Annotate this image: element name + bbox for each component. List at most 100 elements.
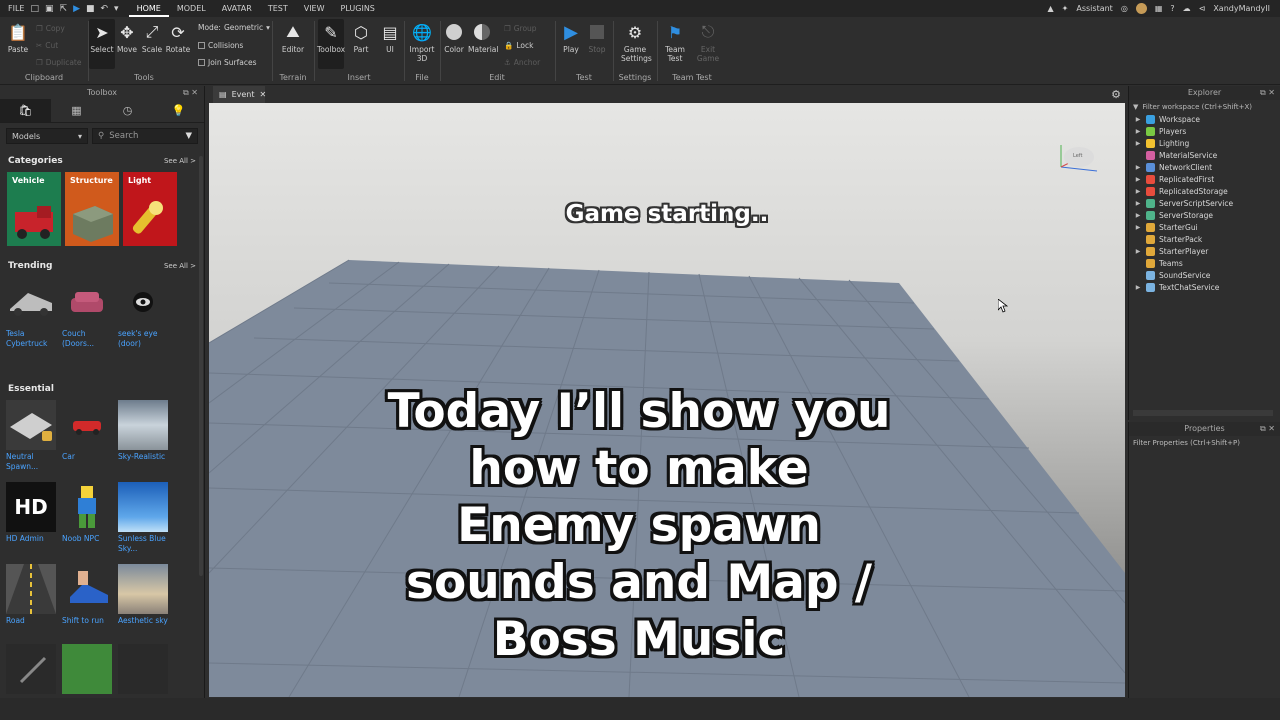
close-icon[interactable]: ✕ [259, 90, 266, 99]
paste-button[interactable]: 📋 Paste [4, 21, 32, 55]
explorer-item[interactable]: ▶ Workspace [1129, 113, 1280, 125]
tab-event[interactable]: ▤ Event ✕ [213, 86, 266, 103]
tab-model[interactable]: MODEL [169, 0, 214, 17]
see-all-link[interactable]: See All > [164, 262, 196, 270]
toolbox-item[interactable]: Aesthetic sky [118, 564, 168, 638]
toolbox-scrollbar[interactable] [199, 156, 203, 576]
move-button[interactable]: ✥ Move [113, 21, 141, 55]
explorer-item[interactable]: ▶ ServerScriptService [1129, 197, 1280, 209]
close-icon[interactable]: ⧉ ✕ [183, 86, 198, 99]
toolbox-item[interactable]: Car [62, 400, 112, 474]
expand-arrow-icon[interactable]: ▶ [1134, 116, 1142, 123]
import-3d-button[interactable]: 🌐 Import 3D [408, 21, 436, 64]
expand-arrow-icon[interactable]: ▶ [1134, 224, 1142, 231]
tab-home[interactable]: HOME [128, 0, 169, 17]
collisions-checkbox[interactable] [198, 42, 205, 49]
explorer-item[interactable]: ▶ NetworkClient [1129, 161, 1280, 173]
expand-arrow-icon[interactable]: ▶ [1134, 200, 1142, 207]
help-icon[interactable]: ? [1170, 4, 1174, 13]
duplicate-button[interactable]: ❐ Duplicate [36, 58, 81, 67]
category-card-vehicle[interactable]: Vehicle [7, 172, 61, 246]
explorer-item[interactable]: ▶ Lighting [1129, 137, 1280, 149]
terrain-editor-button[interactable]: ⛰ Editor [279, 21, 307, 54]
category-card-structure[interactable]: Structure [65, 172, 119, 246]
tab-creations[interactable]: 💡 [153, 99, 204, 122]
part-button[interactable]: ⬡ Part [347, 21, 375, 55]
toolbox-item[interactable] [6, 644, 56, 694]
new-icon[interactable]: □ [30, 4, 39, 14]
exit-game-button[interactable]: ⎋ Exit Game [694, 21, 722, 63]
stop-icon[interactable]: ■ [86, 4, 95, 14]
toolbox-item[interactable]: HD HD Admin [6, 482, 56, 556]
explorer-item[interactable]: ▶ ReplicatedFirst [1129, 173, 1280, 185]
cloud-icon[interactable]: ☁ [1183, 4, 1191, 13]
toolbox-item[interactable]: Tesla Cybertruck [6, 277, 56, 351]
tab-inventory[interactable]: 🛍 [0, 99, 51, 122]
expand-arrow-icon[interactable]: ▶ [1134, 164, 1142, 171]
collapse-icon[interactable]: ▲ [1048, 4, 1054, 13]
see-all-link[interactable]: See All > [164, 157, 196, 165]
toolbox-item[interactable]: Sky-Realistic [118, 400, 168, 474]
explorer-item[interactable]: ▶ ReplicatedStorage [1129, 185, 1280, 197]
play-icon[interactable]: ▶ [73, 4, 80, 14]
toolbox-item[interactable]: Couch (Doors... [62, 277, 112, 351]
explorer-item[interactable]: ▶ ServerStorage [1129, 209, 1280, 221]
mode-dropdown[interactable]: Mode: Geometric ▾ [198, 23, 270, 32]
explorer-item[interactable]: Teams [1129, 257, 1280, 269]
play-button[interactable]: ▶ Play [557, 21, 585, 55]
3d-viewport[interactable]: Left Game starting.. Today I’ll show you… [209, 103, 1125, 697]
expand-arrow-icon[interactable]: ▶ [1134, 284, 1142, 291]
close-icon[interactable]: ⧉ ✕ [1260, 86, 1275, 100]
cut-button[interactable]: ✂ Cut [36, 41, 58, 50]
expand-arrow-icon[interactable]: ▶ [1134, 188, 1142, 195]
expand-arrow-icon[interactable]: ▶ [1134, 140, 1142, 147]
lock-button[interactable]: 🔒 Lock [504, 41, 533, 50]
toolbox-item[interactable]: Shift to run [62, 564, 112, 638]
dropdown-icon[interactable]: ▾ [114, 4, 119, 14]
tab-recent[interactable]: ◷ [102, 99, 153, 122]
explorer-item[interactable]: StarterPack [1129, 233, 1280, 245]
file-menu[interactable]: FILE [8, 4, 24, 13]
assistant-icon[interactable]: ✦ [1062, 4, 1069, 13]
expand-arrow-icon[interactable]: ▶ [1134, 248, 1142, 255]
toolbox-button[interactable]: ✎ Toolbox [317, 21, 345, 55]
expand-arrow-icon[interactable]: ▶ [1134, 212, 1142, 219]
toolbox-item[interactable]: Road [6, 564, 56, 638]
search-input[interactable]: ⚲ Search ▼ [92, 128, 198, 144]
undo-icon[interactable]: ↶ [101, 4, 109, 14]
explorer-item[interactable]: ▶ StarterPlayer [1129, 245, 1280, 257]
material-button[interactable]: Material [468, 21, 498, 54]
group-button[interactable]: ❐ Group [504, 24, 537, 33]
ui-button[interactable]: ▤ UI [376, 21, 404, 55]
explorer-filter-input[interactable]: ▼ Filter workspace (Ctrl+Shift+X) [1129, 100, 1280, 113]
explorer-item[interactable]: ▶ StarterGui [1129, 221, 1280, 233]
toolbox-item[interactable] [62, 644, 112, 694]
tab-plugins[interactable]: PLUGINS [333, 0, 383, 17]
tab-avatar[interactable]: AVATAR [214, 0, 260, 17]
toolbox-item[interactable]: Sunless Blue Sky... [118, 482, 168, 556]
explorer-item[interactable]: ▶ Players [1129, 125, 1280, 137]
save-icon[interactable]: ▣ [45, 4, 54, 14]
filter-icon[interactable]: ▼ [185, 131, 192, 141]
username[interactable]: XandyMandyII [1213, 4, 1270, 13]
category-card-light[interactable]: Light [123, 172, 177, 246]
toolbox-item[interactable] [118, 644, 168, 694]
explorer-item[interactable]: SoundService [1129, 269, 1280, 281]
tab-view[interactable]: VIEW [296, 0, 333, 17]
toolbox-item[interactable]: seek's eye (door) [118, 277, 168, 351]
publish-icon[interactable]: ⇱ [60, 4, 68, 14]
join-surfaces-checkbox[interactable] [198, 59, 205, 66]
tab-marketplace[interactable]: ▦ [51, 99, 102, 122]
toolbox-item[interactable]: Neutral Spawn... [6, 400, 56, 474]
grid-icon[interactable]: ▦ [1155, 4, 1163, 13]
color-button[interactable]: Color [440, 21, 468, 54]
copy-button[interactable]: ❐ Copy [36, 24, 65, 33]
anchor-button[interactable]: ⚓ Anchor [504, 58, 540, 67]
explorer-item[interactable]: ▶ TextChatService [1129, 281, 1280, 293]
game-settings-button[interactable]: ⚙ Game Settings [621, 21, 652, 64]
rotate-button[interactable]: ⟳ Rotate [164, 21, 192, 55]
assistant-button[interactable]: Assistant [1076, 4, 1112, 13]
properties-filter-input[interactable]: Filter Properties (Ctrl+Shift+P) [1129, 436, 1280, 449]
share-icon[interactable]: ⊲ [1199, 4, 1206, 13]
join-surfaces-toggle[interactable]: Join Surfaces [198, 58, 257, 67]
